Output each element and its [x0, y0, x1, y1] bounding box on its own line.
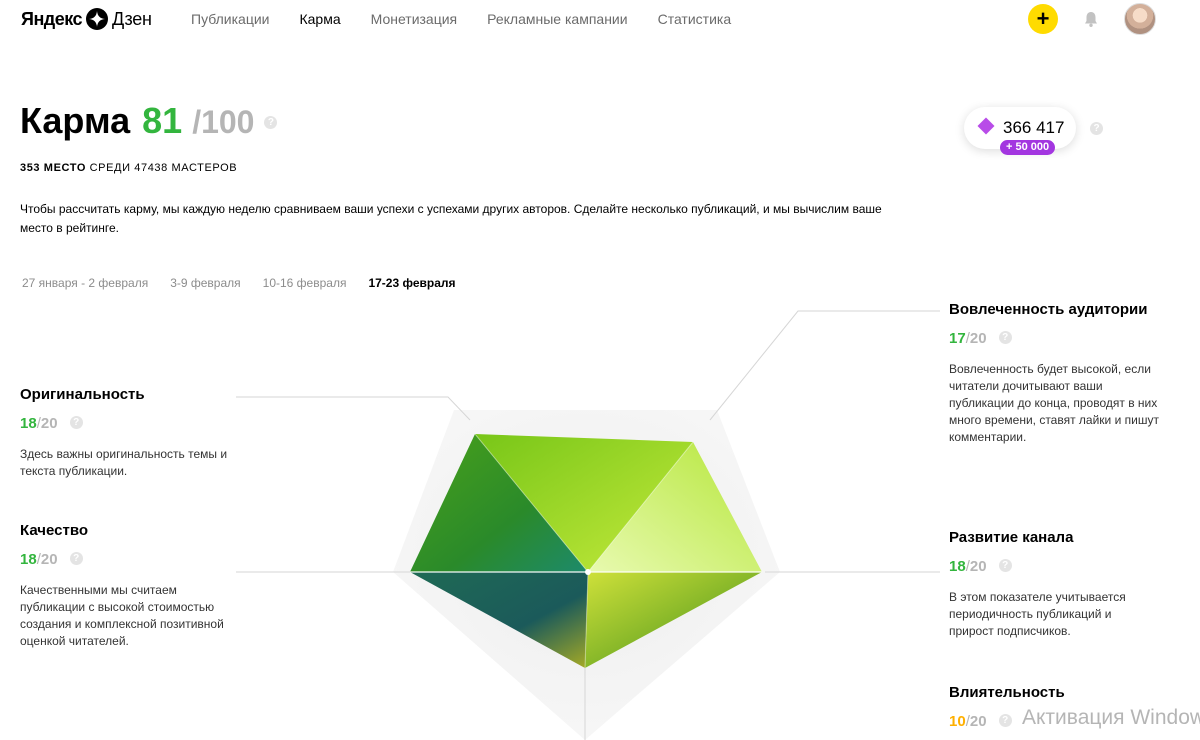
criterion-name: Развитие канала — [949, 529, 1074, 546]
criterion-value: 18 — [20, 415, 37, 432]
criterion-value: 18 — [949, 558, 966, 575]
criterion-score: 17/20 ? — [949, 330, 1159, 347]
windows-activation-watermark: Активация Windows — [1022, 706, 1200, 729]
help-icon[interactable]: ? — [998, 330, 1012, 344]
criterion-max: 20 — [40, 415, 58, 432]
criterion-score: 18/20 ? — [20, 551, 230, 568]
help-icon[interactable]: ? — [998, 558, 1012, 572]
criterion-value: 10 — [949, 713, 966, 730]
leader-line-originality — [236, 396, 471, 421]
criterion-max: 20 — [969, 330, 987, 347]
criterion-score: 18/20 ? — [20, 415, 230, 432]
criterion-quality: Качество 18/20 ? Качественными мы считае… — [20, 522, 230, 650]
criterion-max: 20 — [969, 558, 987, 575]
criterion-growth: Развитие канала 18/20 ? В этом показател… — [949, 529, 1159, 640]
help-icon[interactable]: ? — [69, 551, 83, 565]
criterion-max: 20 — [40, 551, 58, 568]
criterion-originality: Оригинальность 18/20 ? Здесь важны ориги… — [20, 386, 230, 480]
criterion-text: Качественными мы считаем публикации с вы… — [20, 583, 224, 648]
criterion-max: 20 — [969, 713, 987, 730]
criterion-value: 18 — [20, 551, 37, 568]
criterion-text: Здесь важны оригинальность темы и текста… — [20, 447, 228, 478]
criterion-name: Оригинальность — [20, 386, 145, 403]
help-icon[interactable]: ? — [69, 415, 83, 429]
leader-line-engagement — [709, 310, 940, 421]
criterion-name: Влиятельность — [949, 684, 1065, 701]
criterion-engagement: Вовлеченность аудитории 17/20 ? Вовлечен… — [949, 301, 1159, 446]
criterion-text: В этом показателе учитывается периодично… — [949, 590, 1126, 638]
help-icon[interactable]: ? — [998, 713, 1012, 727]
criterion-text: Вовлеченность будет высокой, если читате… — [949, 362, 1159, 444]
criterion-name: Качество — [20, 522, 89, 539]
criterion-name: Вовлеченность аудитории — [949, 301, 1148, 318]
criterion-value: 17 — [949, 330, 966, 347]
radar-center — [585, 569, 591, 575]
criterion-score: 18/20 ? — [949, 558, 1159, 575]
